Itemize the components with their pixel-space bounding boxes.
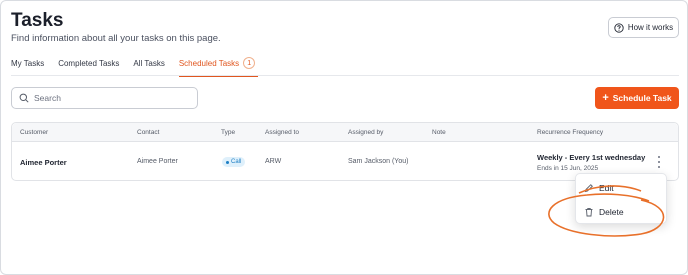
plus-icon: + xyxy=(602,91,609,104)
edit-label: Edit xyxy=(599,183,614,193)
cell-customer[interactable]: Aimee Porter xyxy=(20,158,67,167)
type-badge-call: Call xyxy=(222,157,246,167)
page-subtitle: Find information about all your tasks on… xyxy=(11,33,221,44)
cell-assigned-to: ARW xyxy=(265,158,282,165)
search-input[interactable] xyxy=(34,93,184,103)
row-actions-menu: Edit Delete xyxy=(575,173,667,224)
question-circle-icon xyxy=(614,22,624,33)
tab-completed-tasks[interactable]: Completed Tasks xyxy=(58,59,119,76)
scheduled-count-badge: 1 xyxy=(243,57,256,69)
type-badge-label: Call xyxy=(231,159,242,165)
search-icon xyxy=(19,93,29,103)
column-header-assigned-by: Assigned by xyxy=(348,129,384,136)
page-frame: Tasks Find information about all your ta… xyxy=(0,0,688,275)
column-header-recurrence: Recurrence Frequency xyxy=(537,129,604,136)
trash-icon xyxy=(584,207,594,217)
schedule-task-button[interactable]: + Schedule Task xyxy=(595,87,679,109)
column-header-assigned-to: Assigned to xyxy=(265,129,299,136)
how-it-works-label: How it works xyxy=(627,23,674,32)
tabs-divider xyxy=(11,75,679,76)
column-header-contact: Contact xyxy=(137,129,160,136)
pencil-icon xyxy=(584,183,594,193)
search-box[interactable] xyxy=(11,87,198,109)
cell-contact: Aimee Porter xyxy=(137,158,178,165)
schedule-task-label: Schedule Task xyxy=(612,93,672,103)
tab-scheduled-tasks[interactable]: Scheduled Tasks 1 xyxy=(178,57,259,77)
column-header-note: Note xyxy=(432,129,446,136)
tab-all-tasks[interactable]: All Tasks xyxy=(133,59,164,76)
kebab-menu-icon[interactable] xyxy=(656,156,662,168)
column-header-type: Type xyxy=(221,129,236,136)
tab-my-tasks[interactable]: My Tasks xyxy=(11,59,44,76)
edit-menu-item[interactable]: Edit xyxy=(584,181,614,195)
cell-assigned-by: Sam Jackson (You) xyxy=(348,158,409,165)
tab-scheduled-tasks-label: Scheduled Tasks xyxy=(178,59,240,68)
cell-recurrence-end: Ends in 15 Jun, 2025 xyxy=(537,165,599,172)
call-dot-icon xyxy=(226,160,229,164)
page-title: Tasks xyxy=(11,10,64,31)
table-header: Customer Contact Type Assigned to Assign… xyxy=(12,123,678,142)
how-it-works-button[interactable]: How it works xyxy=(608,17,679,38)
column-header-customer: Customer xyxy=(20,129,49,136)
task-tabs: My Tasks Completed Tasks All Tasks Sched… xyxy=(11,57,269,77)
cell-recurrence: Weekly - Every 1st wednesday xyxy=(537,153,646,162)
delete-menu-item[interactable]: Delete xyxy=(584,205,624,219)
delete-label: Delete xyxy=(599,207,624,217)
